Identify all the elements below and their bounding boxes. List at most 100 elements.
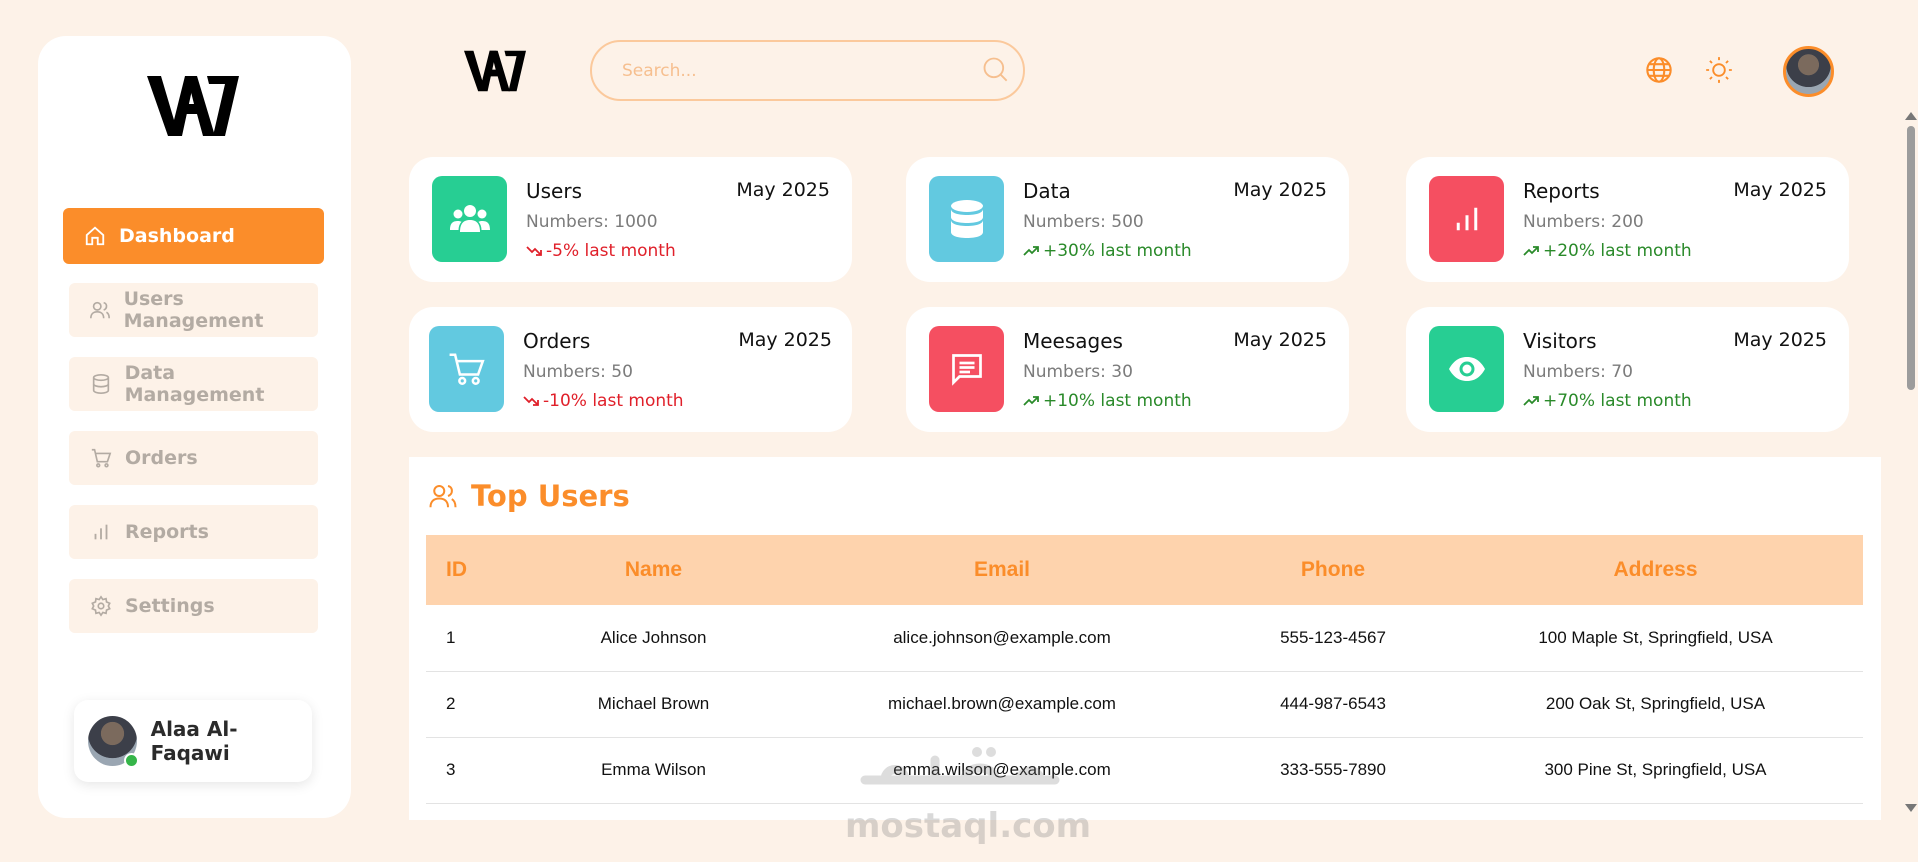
cell-address: 300 Pine St, Springfield, USA xyxy=(1544,760,1767,779)
brand-logo xyxy=(147,76,239,136)
stat-trend: +30% last month xyxy=(1023,241,1192,261)
panel-title: Top Users xyxy=(427,479,630,513)
cart-icon xyxy=(429,326,504,412)
table-row[interactable] xyxy=(426,803,1863,820)
stat-card-users[interactable]: Users May 2025 Numbers: 1000 -5% last mo… xyxy=(409,157,852,282)
stat-date: May 2025 xyxy=(738,329,832,351)
stat-card-visitors[interactable]: Visitors May 2025 Numbers: 70 +70% last … xyxy=(1406,307,1849,432)
cell-email: michael.brown@example.com xyxy=(888,694,1116,713)
cell-id: 1 xyxy=(446,627,456,647)
table-header-row: ID Name Email Phone Address xyxy=(426,535,1863,605)
sidebar-item-label: Settings xyxy=(125,595,215,617)
database-icon xyxy=(89,372,113,396)
scroll-thumb[interactable] xyxy=(1907,126,1915,390)
trend-up-icon xyxy=(1023,396,1039,406)
sun-icon[interactable] xyxy=(1705,56,1733,84)
stat-date: May 2025 xyxy=(1233,179,1327,201)
sidebar-item-label: Users Management xyxy=(123,288,264,332)
trend-down-icon xyxy=(523,396,539,406)
stat-trend-text: +30% last month xyxy=(1043,241,1192,261)
sidebar-item-users-management[interactable]: Users Management xyxy=(69,283,318,337)
stat-numbers: Numbers: 50 xyxy=(523,362,633,382)
stat-numbers: Numbers: 500 xyxy=(1023,212,1144,232)
header-logo xyxy=(464,50,526,92)
table-row[interactable]: 3 Emma Wilson emma.wilson@example.com 33… xyxy=(426,737,1863,803)
column-header-phone[interactable]: Phone xyxy=(1218,535,1448,605)
eye-icon xyxy=(1429,326,1504,412)
stat-date: May 2025 xyxy=(1733,329,1827,351)
stat-trend: +20% last month xyxy=(1523,241,1692,261)
sidebar-item-data-management[interactable]: Data Management xyxy=(69,357,318,411)
message-icon xyxy=(929,326,1004,412)
search-input[interactable] xyxy=(622,60,981,81)
stat-trend: +70% last month xyxy=(1523,391,1692,411)
users-icon xyxy=(429,485,457,508)
profile-name: Alaa Al-Faqawi xyxy=(150,717,238,765)
stat-trend: -10% last month xyxy=(523,391,684,411)
globe-icon[interactable] xyxy=(1645,56,1673,84)
stat-numbers: Numbers: 200 xyxy=(1523,212,1644,232)
cell-email: emma.wilson@example.com xyxy=(893,760,1111,779)
column-header-email[interactable]: Email xyxy=(786,535,1218,605)
search-bar xyxy=(590,40,1025,101)
stat-card-messages[interactable]: Meesages May 2025 Numbers: 30 +10% last … xyxy=(906,307,1349,432)
sidebar-item-reports[interactable]: Reports xyxy=(69,505,318,559)
cell-phone: 555-123-4567 xyxy=(1280,627,1386,647)
cell-email: alice.johnson@example.com xyxy=(893,627,1111,647)
users-icon xyxy=(432,176,507,262)
stat-title: Users xyxy=(526,179,583,203)
column-header-id[interactable]: ID xyxy=(426,535,521,605)
table-row[interactable]: 2 Michael Brown michael.brown@example.co… xyxy=(426,671,1863,737)
cell-id: 2 xyxy=(446,694,456,713)
table-row[interactable]: 1 Alice Johnson alice.johnson@example.co… xyxy=(426,605,1863,671)
cell-name: Alice Johnson xyxy=(600,627,707,647)
top-users-table: ID Name Email Phone Address 1 Alice John… xyxy=(426,535,1863,820)
user-profile-card[interactable]: Alaa Al-Faqawi xyxy=(74,700,312,782)
sidebar-item-label: Dashboard xyxy=(119,225,235,247)
sidebar-item-orders[interactable]: Orders xyxy=(69,431,318,485)
stat-date: May 2025 xyxy=(1733,179,1827,201)
search-icon[interactable] xyxy=(981,55,1009,87)
users-icon xyxy=(89,298,112,322)
avatar xyxy=(88,716,139,768)
stat-numbers: Numbers: 30 xyxy=(1023,362,1133,382)
stat-title: Visitors xyxy=(1523,329,1597,353)
stat-trend-text: -10% last month xyxy=(543,391,684,411)
stat-trend-text: +20% last month xyxy=(1543,241,1692,261)
stat-title: Orders xyxy=(523,329,591,353)
trend-down-icon xyxy=(526,246,542,256)
bar-chart-icon xyxy=(1429,176,1504,262)
sidebar-item-dashboard[interactable]: Dashboard xyxy=(63,208,324,264)
stat-trend: +10% last month xyxy=(1023,391,1192,411)
stat-card-reports[interactable]: Reports May 2025 Numbers: 200 +20% last … xyxy=(1406,157,1849,282)
trend-up-icon xyxy=(1523,246,1539,256)
column-header-name[interactable]: Name xyxy=(521,535,786,605)
scroll-down-arrow[interactable] xyxy=(1905,804,1917,812)
stat-numbers: Numbers: 70 xyxy=(1523,362,1633,382)
header-avatar[interactable] xyxy=(1783,46,1834,97)
stat-title: Reports xyxy=(1523,179,1600,203)
sidebar-item-label: Orders xyxy=(125,447,198,469)
sidebar-item-label: Reports xyxy=(125,521,209,543)
cell-name: Michael Brown xyxy=(597,694,710,713)
database-icon xyxy=(929,176,1004,262)
stat-trend: -5% last month xyxy=(526,241,676,261)
stat-card-orders[interactable]: Orders May 2025 Numbers: 50 -10% last mo… xyxy=(409,307,852,432)
sidebar-item-settings[interactable]: Settings xyxy=(69,579,318,633)
gear-icon xyxy=(89,594,113,618)
scrollbar[interactable] xyxy=(1902,104,1918,820)
panel-title-text: Top Users xyxy=(471,479,630,513)
column-header-address[interactable]: Address xyxy=(1448,535,1863,605)
cell-phone: 333-555-7890 xyxy=(1280,760,1386,779)
online-status-dot xyxy=(123,753,139,768)
cart-icon xyxy=(89,446,113,470)
stat-numbers: Numbers: 1000 xyxy=(526,212,658,232)
stat-date: May 2025 xyxy=(736,179,830,201)
cell-address: 100 Maple St, Springfield, USA xyxy=(1538,627,1773,647)
sidebar-item-label: Data Management xyxy=(124,362,265,406)
bar-chart-icon xyxy=(89,520,113,544)
stat-trend-text: +70% last month xyxy=(1543,391,1692,411)
stat-card-data[interactable]: Data May 2025 Numbers: 500 +30% last mon… xyxy=(906,157,1349,282)
cell-phone: 444-987-6543 xyxy=(1280,694,1386,713)
scroll-up-arrow[interactable] xyxy=(1905,112,1917,120)
